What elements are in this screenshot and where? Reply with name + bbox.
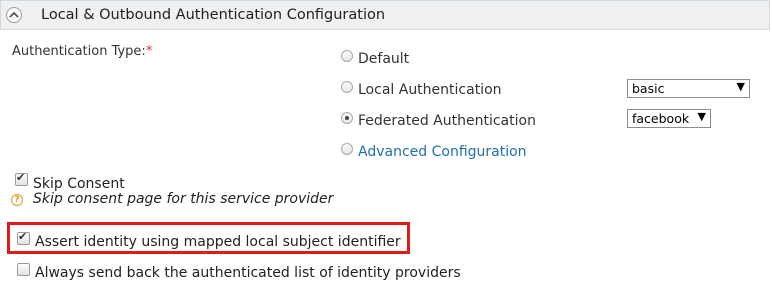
dropdown-arrow-icon: ▼ <box>736 80 745 93</box>
assert-identity-checkbox[interactable] <box>17 230 30 245</box>
radio-local-authentication[interactable] <box>341 81 353 93</box>
federated-authenticator-select[interactable]: facebook ▼ <box>627 109 711 128</box>
skip-consent-label: Skip Consent <box>33 176 125 192</box>
radio-default[interactable] <box>341 50 353 62</box>
radio-federated-authentication[interactable] <box>341 112 353 124</box>
section-header[interactable]: Local & Outbound Authentication Configur… <box>0 0 770 30</box>
section-title: Local & Outbound Authentication Configur… <box>41 7 386 23</box>
required-marker: * <box>145 44 153 59</box>
local-authenticator-value: basic <box>632 81 665 96</box>
radio-advanced-configuration[interactable] <box>341 143 353 155</box>
radio-label-default: Default <box>358 51 410 67</box>
skip-consent-checkbox[interactable] <box>15 171 28 186</box>
authentication-type-label: Authentication Type:* <box>12 44 152 59</box>
send-back-idp-list-checkbox[interactable] <box>17 263 30 276</box>
advanced-configuration-link[interactable]: Advanced Configuration <box>358 144 527 160</box>
collapse-chevron-icon[interactable] <box>6 7 22 23</box>
local-authenticator-select[interactable]: basic ▼ <box>627 79 750 98</box>
federated-authenticator-value: facebook <box>632 111 690 126</box>
help-icon: ? <box>11 194 23 206</box>
dropdown-arrow-icon: ▼ <box>697 110 706 123</box>
skip-consent-help-text: Skip consent page for this service provi… <box>33 191 334 207</box>
radio-label-federated-authentication: Federated Authentication <box>358 113 536 129</box>
radio-label-local-authentication: Local Authentication <box>358 82 502 98</box>
authentication-type-text: Authentication Type: <box>12 44 146 59</box>
assert-identity-label: Assert identity using mapped local subje… <box>35 234 401 250</box>
send-back-idp-list-label: Always send back the authenticated list … <box>35 265 461 281</box>
